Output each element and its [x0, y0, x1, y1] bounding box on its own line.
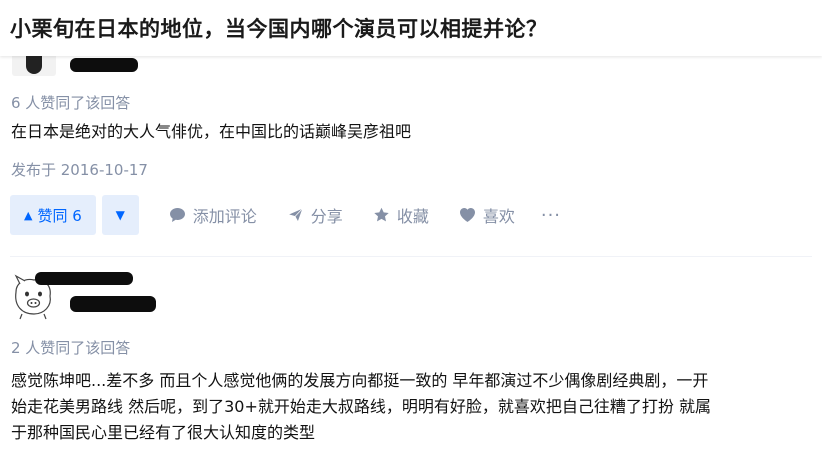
redacted-author-name: [35, 272, 133, 285]
triangle-down-icon: ▼: [115, 208, 125, 222]
answer-content-line: 始走花美男路线 然后呢，到了30+就开始走大叔路线，明明有好脸，就喜欢把自己往糟…: [11, 397, 711, 416]
question-title[interactable]: 小栗旬在日本的地位，当今国内哪个演员可以相提并论？: [10, 13, 548, 43]
vote-count-text: 6 人赞同了该回答: [11, 94, 131, 112]
ellipsis-icon: ···: [540, 204, 562, 226]
comment-label: 添加评论: [192, 207, 257, 226]
collect-label: 收藏: [396, 207, 429, 226]
answer-action-bar: ▲ 赞同 6 ▼ 添加评论 分享 收藏 喜欢 ···: [10, 194, 561, 236]
answer-content-line: 感觉陈坤吧...差不多 而且个人感觉他俩的发展方向都挺一致的 早年都演过不少偶像…: [11, 371, 709, 390]
upvote-label: 赞同 6: [37, 206, 82, 225]
like-label: 喜欢: [482, 207, 515, 226]
question-header: 小栗旬在日本的地位，当今国内哪个演员可以相提并论？: [0, 0, 822, 56]
star-icon: [373, 206, 391, 224]
answer-content-line: 于那种国民心里已经有了很大认知度的类型: [11, 423, 316, 442]
answer-divider: [10, 256, 812, 257]
downvote-button[interactable]: ▼: [101, 195, 139, 235]
vote-count-text: 2 人赞同了该回答: [11, 339, 131, 357]
post-date[interactable]: 发布于 2016-10-17: [11, 159, 148, 180]
comment-button[interactable]: 添加评论: [169, 203, 257, 227]
heart-icon: [459, 206, 477, 224]
avatar[interactable]: [12, 54, 56, 76]
answer-content: 在日本是绝对的大人气俳优，在中国比的话巅峰吴彦祖吧: [11, 122, 412, 141]
answer-content: 感觉陈坤吧...差不多 而且个人感觉他俩的发展方向都挺一致的 早年都演过不少偶像…: [11, 368, 816, 446]
more-options-button[interactable]: ···: [541, 205, 561, 226]
share-button[interactable]: 分享: [287, 203, 343, 227]
share-label: 分享: [310, 207, 343, 226]
paper-plane-icon: [287, 206, 305, 224]
comment-bubble-icon: [169, 206, 187, 224]
like-button[interactable]: 喜欢: [459, 203, 515, 227]
upvote-button[interactable]: ▲ 赞同 6: [10, 195, 96, 235]
collect-button[interactable]: 收藏: [373, 203, 429, 227]
redacted-author-name: [70, 58, 138, 72]
redacted-author-bio: [70, 296, 156, 312]
triangle-up-icon: ▲: [24, 208, 33, 222]
